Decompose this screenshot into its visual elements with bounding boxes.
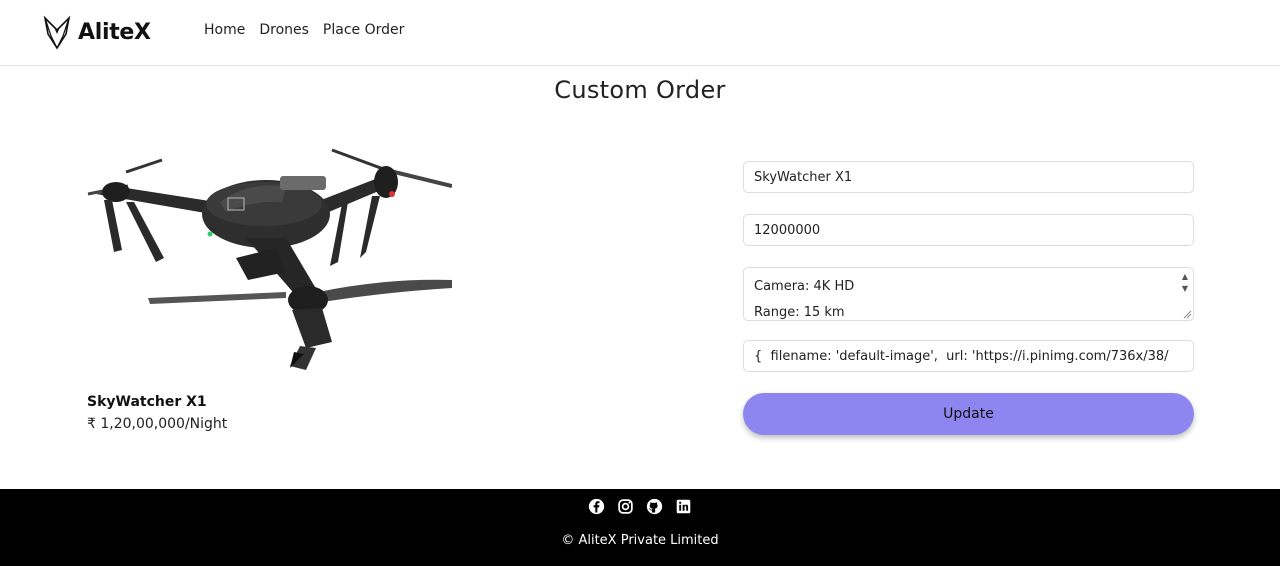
image-object-input[interactable] [743, 340, 1194, 372]
specs-textarea[interactable]: Camera: 4K HD Range: 15 km [743, 267, 1194, 321]
tuxedo-logo-icon [43, 15, 71, 50]
nav-drones[interactable]: Drones [259, 22, 309, 38]
product-price: ₹ 1,20,00,000/Night [87, 416, 228, 432]
drone-image [87, 148, 452, 370]
copyright: © AliteX Private Limited [561, 533, 719, 548]
linkedin-icon[interactable] [675, 498, 692, 515]
nav-home[interactable]: Home [204, 22, 245, 38]
brand-name: AliteX [78, 19, 151, 45]
social-links [0, 498, 1280, 515]
facebook-icon[interactable] [588, 498, 605, 515]
nav-links: Home Drones Place Order [204, 22, 404, 38]
resize-grip-icon[interactable] [1182, 309, 1192, 319]
navbar: AliteX Home Drones Place Order [0, 0, 1280, 66]
price-input[interactable] [743, 214, 1194, 246]
product-name: SkyWatcher X1 [87, 394, 207, 410]
instagram-icon[interactable] [617, 498, 634, 515]
github-icon[interactable] [646, 498, 663, 515]
scroll-up-icon[interactable]: ▲ [1182, 272, 1188, 282]
update-button[interactable]: Update [743, 393, 1194, 435]
scroll-down-icon[interactable]: ▼ [1182, 284, 1188, 294]
footer: © AliteX Private Limited [0, 489, 1280, 566]
brand[interactable]: AliteX [42, 14, 151, 50]
nav-place-order[interactable]: Place Order [323, 22, 404, 38]
drone-name-input[interactable] [743, 161, 1194, 193]
page-title: Custom Order [554, 76, 726, 104]
